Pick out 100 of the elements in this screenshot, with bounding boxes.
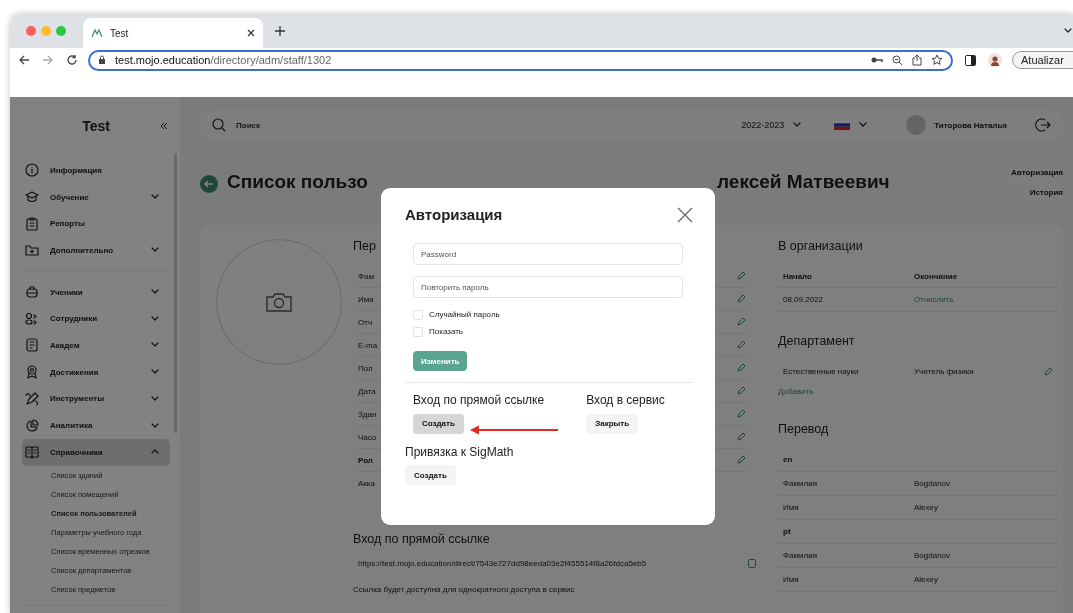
share-icon[interactable]: [912, 54, 922, 66]
checkbox[interactable]: [413, 326, 423, 337]
field-label: Здан: [358, 409, 377, 419]
create-button[interactable]: Создать: [413, 413, 464, 434]
language-code: pt: [778, 520, 1058, 544]
pencil-icon[interactable]: [736, 386, 746, 396]
close-icon[interactable]: [247, 29, 255, 37]
info-icon: [25, 163, 39, 178]
update-button[interactable]: Atualizar: [1012, 51, 1073, 69]
pencil-icon[interactable]: [736, 455, 746, 465]
pencil-icon[interactable]: [736, 340, 746, 350]
checkbox[interactable]: [413, 309, 423, 320]
section-title: Пер: [353, 239, 376, 255]
field-label: Дата: [358, 386, 376, 396]
avatar-icon: [906, 115, 927, 135]
section-title: Перевод: [778, 422, 829, 438]
sidebar-item[interactable]: Обучение: [22, 183, 170, 211]
pie-chart-icon: [25, 418, 39, 433]
address-bar[interactable]: test.mojo.education/directory/adm/staff/1302: [88, 49, 953, 71]
app-logo-icon: [91, 28, 103, 38]
logout-icon[interactable]: [1035, 117, 1051, 133]
password-field[interactable]: Повторить пароль: [413, 276, 683, 298]
password-field[interactable]: Password: [413, 243, 683, 265]
search-field[interactable]: Поиск: [234, 119, 358, 131]
pencil-icon[interactable]: [1043, 366, 1053, 377]
book-icon: [25, 445, 39, 460]
field-label: E-ma: [358, 340, 378, 350]
table-cell-text: Естественные науки: [783, 367, 860, 376]
medal-icon: [25, 365, 39, 380]
sidebar-item[interactable]: Дополнительно: [22, 237, 170, 264]
graduation-cap-icon: [25, 190, 39, 205]
browser-tab[interactable]: Test: [83, 18, 263, 48]
zoom-icon[interactable]: [892, 54, 903, 66]
sidebar-item[interactable]: Информация: [22, 157, 170, 184]
camera-icon: [265, 291, 293, 313]
table-cell-text: Имя: [783, 503, 800, 512]
pencil-icon[interactable]: [736, 363, 746, 373]
new-tab-icon[interactable]: [275, 26, 285, 36]
tab-title: Test: [110, 27, 130, 39]
field-label: Имя: [358, 294, 374, 304]
profile-avatar-icon[interactable]: [988, 53, 1002, 67]
expel-link[interactable]: Отчислить: [914, 295, 1045, 304]
checkbox-label: Случайный пароль: [429, 310, 500, 319]
pencil-icon[interactable]: [736, 432, 746, 442]
sidebar-item[interactable]: Репорты: [22, 210, 170, 238]
section-title: В организации: [778, 239, 863, 255]
people-icon: [25, 311, 39, 326]
table-cell-text: Bogdanov: [914, 479, 952, 488]
side-panel-icon[interactable]: [965, 54, 976, 66]
section-title: Привязка к SigMath: [405, 444, 515, 459]
pencil-icon[interactable]: [736, 409, 746, 419]
table-cell-text: Alexey: [914, 575, 939, 584]
pencil-icon[interactable]: [736, 317, 746, 327]
section-title: Вход по прямой ссылке: [413, 393, 545, 407]
close-icon[interactable]: [677, 206, 693, 223]
clipboard-icon: [25, 216, 39, 231]
sidebar-item[interactable]: Аналитика: [22, 412, 170, 439]
sidebar-item[interactable]: Академ: [22, 332, 170, 359]
field-label: Пол: [358, 363, 373, 373]
column-header: Окончание: [914, 271, 959, 281]
back-icon[interactable]: [18, 54, 30, 66]
language-code: en: [778, 448, 1058, 472]
sidebar-item[interactable]: Сотрудники: [22, 305, 170, 333]
pencil-icon[interactable]: [736, 271, 746, 281]
user-name[interactable]: Титорова Наталья: [934, 120, 1007, 130]
table-cell-text: Учитель физики: [914, 367, 975, 376]
field-label: Рол: [358, 455, 373, 465]
document-icon: [25, 338, 39, 353]
pencil-icon[interactable]: [736, 294, 746, 304]
star-icon[interactable]: [931, 54, 943, 66]
collapse-icon[interactable]: [160, 122, 168, 130]
sidebar-item[interactable]: Ученики: [22, 278, 170, 306]
sidebar-item[interactable]: Достижения: [22, 358, 170, 386]
sidebar-item[interactable]: Справочники: [22, 438, 170, 466]
table-cell-text: Имя: [783, 575, 800, 584]
search-icon: [212, 118, 226, 132]
url-text: test.mojo.education/directory/adm/staff/1302: [115, 54, 332, 66]
change-button[interactable]: Изменить: [413, 351, 468, 371]
language-select[interactable]: [834, 120, 869, 130]
add-link[interactable]: Добавить: [778, 387, 1058, 396]
app-logo: Test: [81, 118, 111, 134]
field-label: Акка: [358, 478, 375, 488]
folder-icon: [25, 243, 39, 258]
sidebar-item[interactable]: Инструменты: [22, 385, 170, 413]
note-text: Ссылка будет доступна для однократного доступа в сервис: [353, 585, 576, 594]
link-url: https://test.mojo.education/direct/7543e727dd98eeda03e2f455514f8a26fdca5eb5: [358, 558, 647, 568]
table-cell-text: 08.09.2022: [783, 295, 825, 304]
key-icon[interactable]: [871, 55, 883, 65]
modal-title: Авторизация: [405, 206, 503, 223]
pencil-ruler-icon: [25, 391, 39, 406]
create-button[interactable]: Создать: [405, 465, 456, 485]
table-cell-text: Фамилия: [783, 551, 818, 560]
forward-icon[interactable]: [42, 54, 54, 66]
close-button[interactable]: Закрыть: [586, 413, 639, 434]
section-title: Вход в сервис: [586, 393, 665, 407]
section-title: Департамент: [778, 334, 855, 350]
reload-icon[interactable]: [66, 54, 78, 66]
year-select[interactable]: 2022-2023: [741, 120, 803, 130]
field-label: Фам: [358, 271, 375, 281]
copy-icon[interactable]: [748, 558, 756, 568]
